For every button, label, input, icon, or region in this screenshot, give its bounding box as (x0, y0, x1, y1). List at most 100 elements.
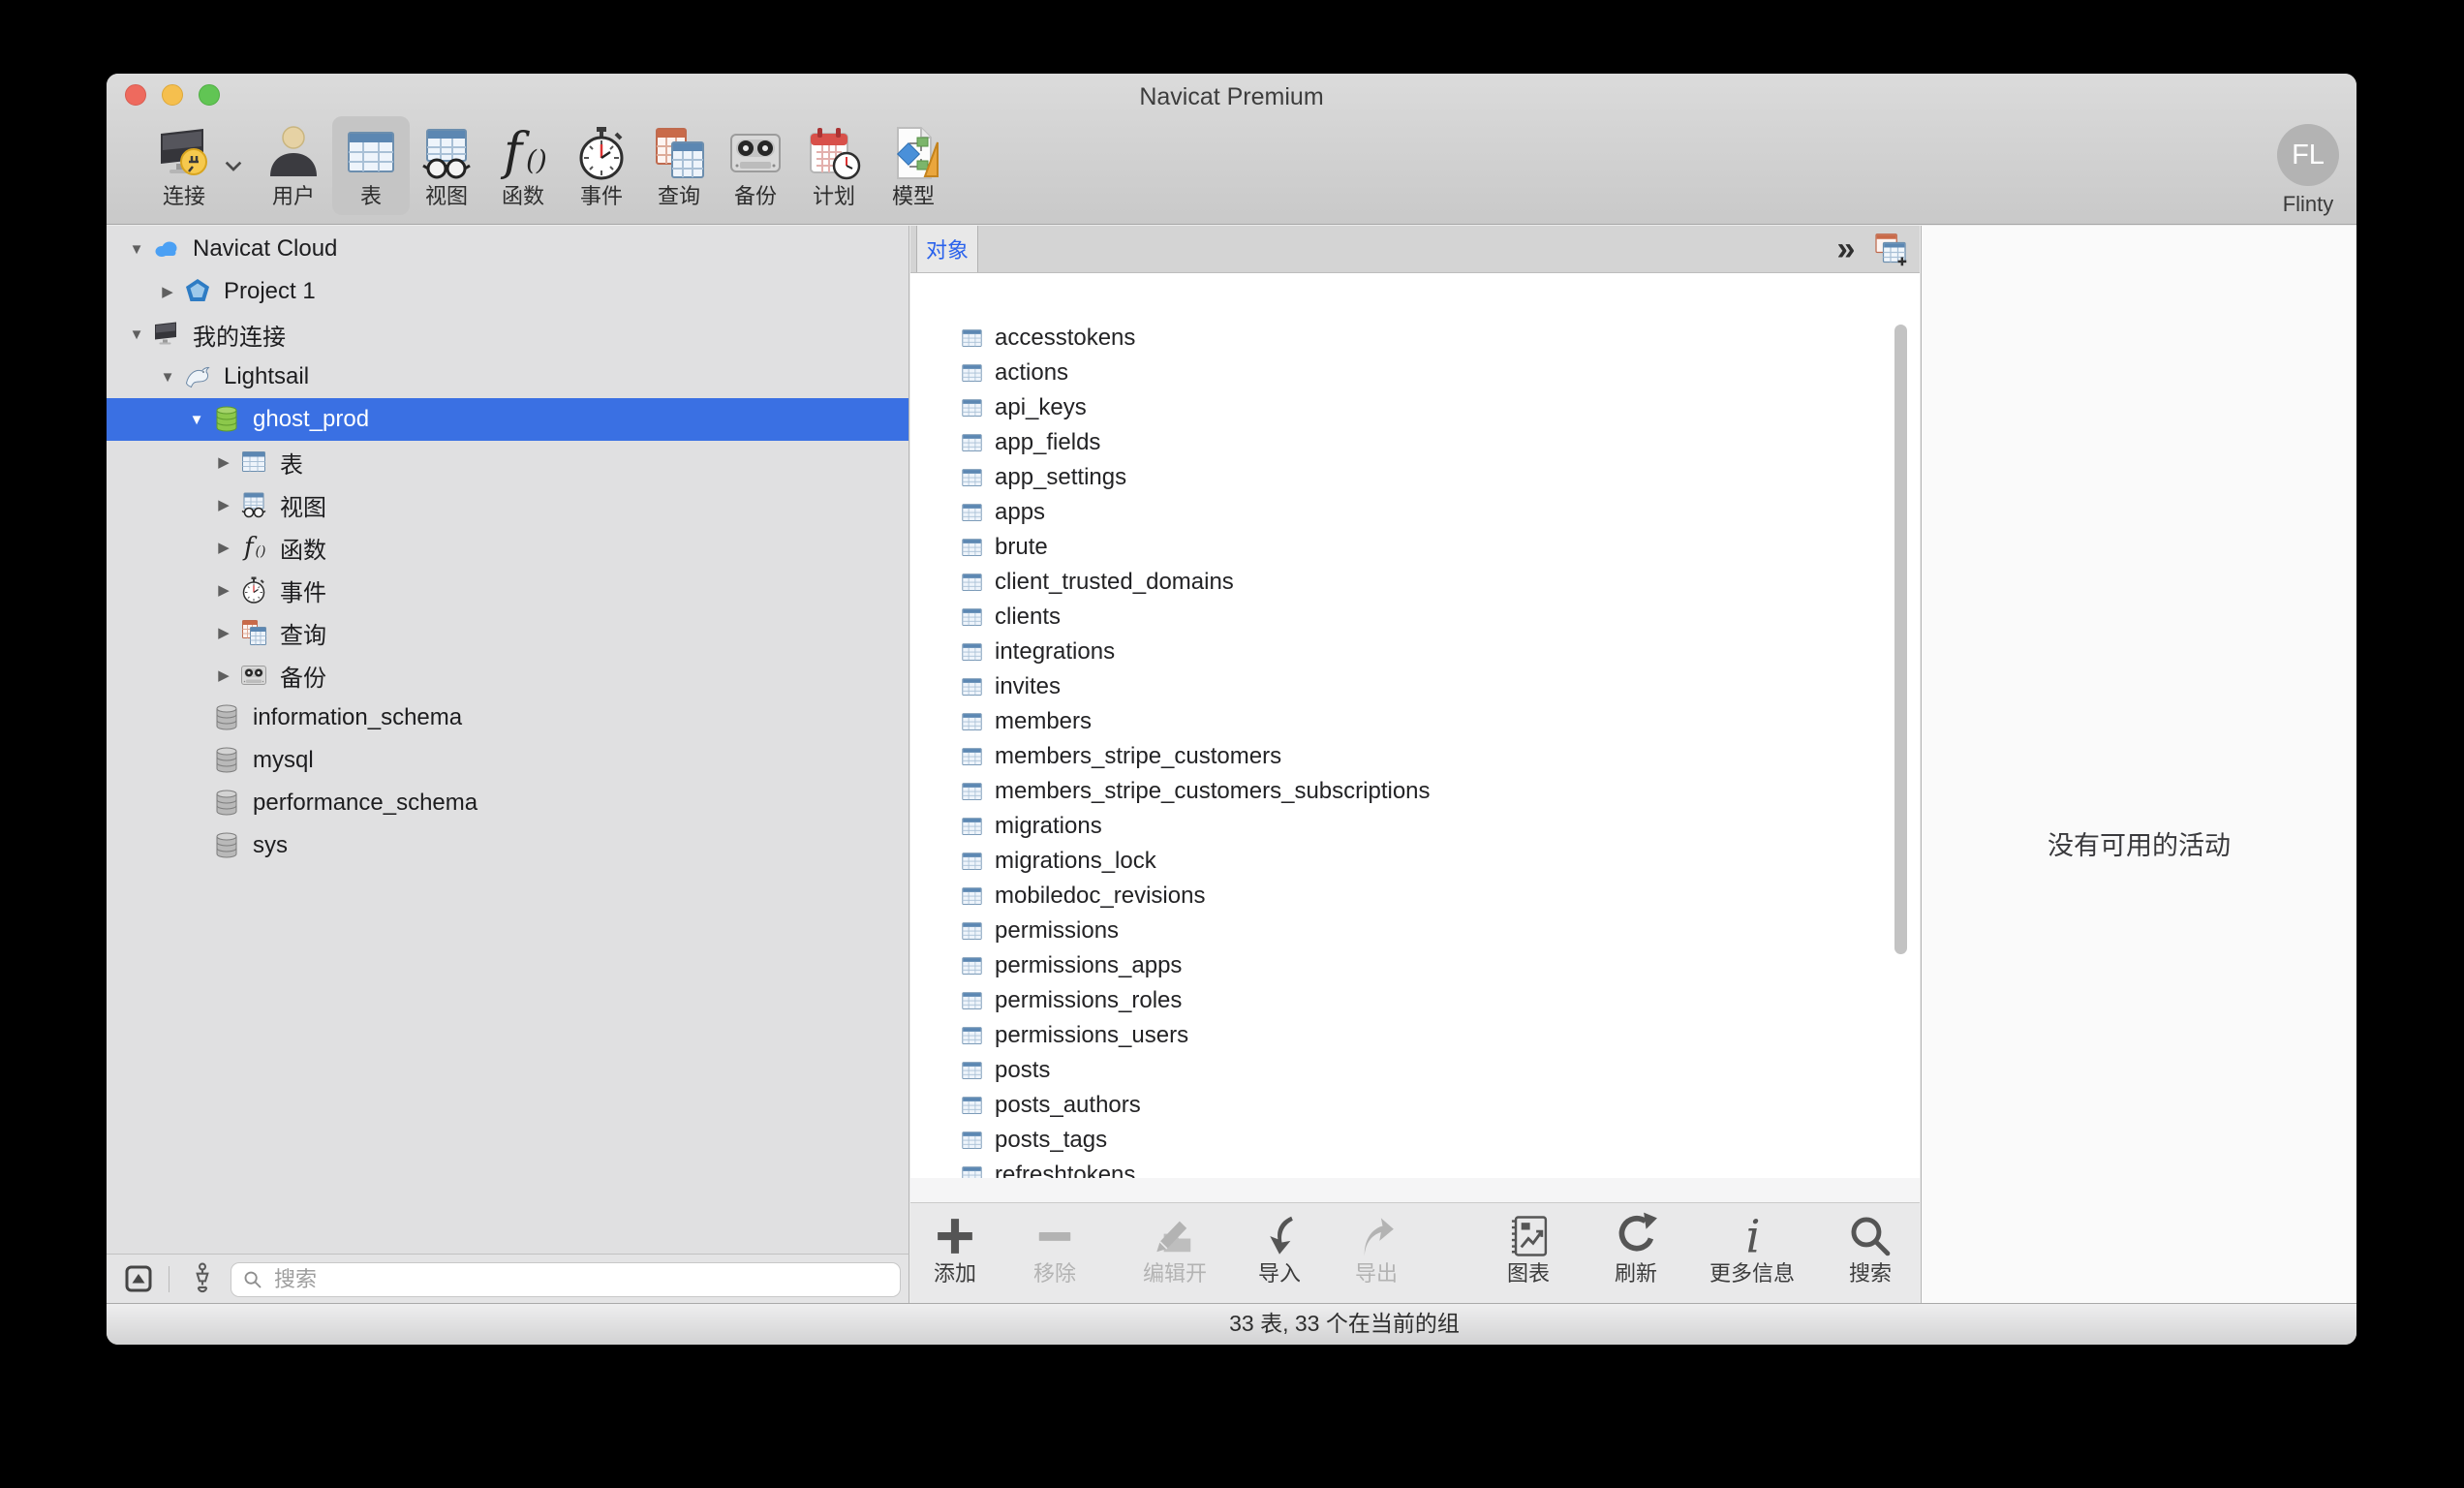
list-footer-gap (910, 1178, 1920, 1202)
table-icon (959, 500, 985, 526)
table-row[interactable]: members (910, 704, 1920, 739)
table-row[interactable]: invites (910, 669, 1920, 704)
table-row[interactable]: members_stripe_customers (910, 739, 1920, 774)
export-icon (1351, 1211, 1401, 1261)
disclosure-down-icon[interactable]: ▼ (182, 412, 211, 428)
button-label: 刷新 (1592, 1263, 1679, 1285)
disclosure-right-icon[interactable]: ▶ (209, 539, 238, 556)
toolbar-item-backup[interactable]: 备份 (717, 116, 794, 215)
table-row[interactable]: members_stripe_customers_subscriptions (910, 774, 1920, 809)
search-button[interactable]: 搜索 (1827, 1211, 1914, 1285)
table-name: clients (995, 604, 1061, 631)
table-row[interactable]: client_trusted_domains (910, 565, 1920, 600)
disclosure-down-icon[interactable]: ▼ (122, 326, 151, 343)
user-icon (262, 122, 324, 184)
tree-item-label: information_schema (253, 704, 462, 731)
disclosure-right-icon[interactable]: ▶ (209, 624, 238, 641)
table-icon (959, 953, 985, 979)
panel-toggle-icon[interactable] (123, 1263, 154, 1294)
table-icon (959, 884, 985, 910)
monitor-plug-icon (153, 122, 215, 184)
scrollbar-thumb[interactable] (1894, 325, 1907, 954)
edit-open-icon (1150, 1211, 1200, 1261)
disclosure-right-icon[interactable]: ▶ (209, 581, 238, 599)
tree-item-navicat-cloud[interactable]: ▼Navicat Cloud (107, 228, 909, 270)
chevron-double-right-icon[interactable]: » (1829, 228, 1863, 270)
tree-item-events[interactable]: ▶事件 (107, 569, 909, 611)
refresh-button[interactable]: 刷新 (1592, 1211, 1679, 1285)
table-row[interactable]: actions (910, 356, 1920, 390)
table-name: posts_authors (995, 1092, 1141, 1119)
table-row[interactable]: posts_authors (910, 1088, 1920, 1123)
table-row[interactable]: permissions_roles (910, 983, 1920, 1018)
table-row[interactable]: permissions (910, 914, 1920, 948)
table-row[interactable]: posts (910, 1053, 1920, 1088)
table-row[interactable]: integrations (910, 635, 1920, 669)
table-icon (959, 988, 985, 1014)
table-row[interactable]: apps (910, 495, 1920, 530)
table-row[interactable]: posts_tags (910, 1123, 1920, 1158)
no-activity-text: 没有可用的活动 (1922, 824, 2356, 862)
table-row[interactable]: permissions_apps (910, 948, 1920, 983)
tree-item-sys[interactable]: sys (107, 824, 909, 867)
toolbar-item-connection[interactable]: 连接 (145, 116, 223, 215)
disclosure-right-icon[interactable]: ▶ (153, 283, 182, 300)
tree-item-mysql[interactable]: mysql (107, 739, 909, 782)
toolbar-item-table[interactable]: 表 (332, 116, 410, 215)
tab-objects[interactable]: 对象 (916, 226, 978, 272)
toolbar-item-view[interactable]: 视图 (408, 116, 485, 215)
tree-item-backups[interactable]: ▶备份 (107, 654, 909, 697)
more-info-button[interactable]: i更多信息 (1709, 1211, 1796, 1285)
search-input[interactable] (272, 1266, 890, 1293)
mysql-icon (182, 361, 213, 392)
tree-item-views[interactable]: ▶视图 (107, 483, 909, 526)
tree-item-functions[interactable]: ▶f()函数 (107, 526, 909, 569)
toolbar-item-label: 查询 (640, 186, 718, 207)
connection-dropdown-chevron[interactable] (223, 159, 244, 174)
table-row[interactable]: mobiledoc_revisions (910, 879, 1920, 914)
toolbar-item-event[interactable]: 事件 (563, 116, 640, 215)
table-row[interactable]: app_fields (910, 425, 1920, 460)
toolbar-item-model[interactable]: 模型 (875, 116, 952, 215)
tree-item-lightsail[interactable]: ▼Lightsail (107, 356, 909, 398)
import-icon (1254, 1211, 1305, 1261)
table-icon (959, 674, 985, 700)
tree-item-project-1[interactable]: ▶Project 1 (107, 270, 909, 313)
user-avatar[interactable]: FL (2277, 124, 2339, 186)
table-row[interactable]: clients (910, 600, 1920, 635)
toolbar-item-function[interactable]: f()函数 (484, 116, 562, 215)
tree-item-information-schema[interactable]: information_schema (107, 697, 909, 739)
table-row[interactable]: permissions_users (910, 1018, 1920, 1053)
disclosure-right-icon[interactable]: ▶ (209, 453, 238, 471)
add-button[interactable]: 添加 (911, 1211, 999, 1285)
tree-item-label: ghost_prod (253, 406, 369, 433)
connection-filter-icon[interactable] (184, 1260, 221, 1297)
table-row[interactable]: migrations (910, 809, 1920, 844)
table-name: members_stripe_customers (995, 743, 1281, 770)
tree-item-my-connections[interactable]: ▼我的连接 (107, 313, 909, 356)
toolbar-item-schedule[interactable]: 计划 (795, 116, 873, 215)
table-row[interactable]: refreshtokens (910, 1158, 1920, 1178)
toolbar-item-query[interactable]: 查询 (640, 116, 718, 215)
chart-button[interactable]: 图表 (1485, 1211, 1572, 1285)
import-button[interactable]: 导入 (1236, 1211, 1323, 1285)
tree-item-ghost-prod[interactable]: ▼ ghost_prod (107, 398, 909, 441)
table-icon (959, 570, 985, 596)
tree-item-performance-schema[interactable]: performance_schema (107, 782, 909, 824)
disclosure-right-icon[interactable]: ▶ (209, 666, 238, 684)
table-row[interactable]: migrations_lock (910, 844, 1920, 879)
function-icon: f() (238, 532, 269, 563)
toolbar-item-user[interactable]: 用户 (255, 116, 332, 215)
new-table-icon[interactable] (1871, 231, 1910, 269)
table-name: migrations (995, 813, 1102, 840)
disclosure-down-icon[interactable]: ▼ (153, 369, 182, 386)
disclosure-right-icon[interactable]: ▶ (209, 496, 238, 513)
table-row[interactable]: api_keys (910, 390, 1920, 425)
tree-item-queries[interactable]: ▶查询 (107, 611, 909, 654)
table-row[interactable]: brute (910, 530, 1920, 565)
table-icon (959, 535, 985, 561)
disclosure-down-icon[interactable]: ▼ (122, 241, 151, 258)
table-row[interactable]: accesstokens (910, 321, 1920, 356)
table-row[interactable]: app_settings (910, 460, 1920, 495)
tree-item-tables[interactable]: ▶表 (107, 441, 909, 483)
